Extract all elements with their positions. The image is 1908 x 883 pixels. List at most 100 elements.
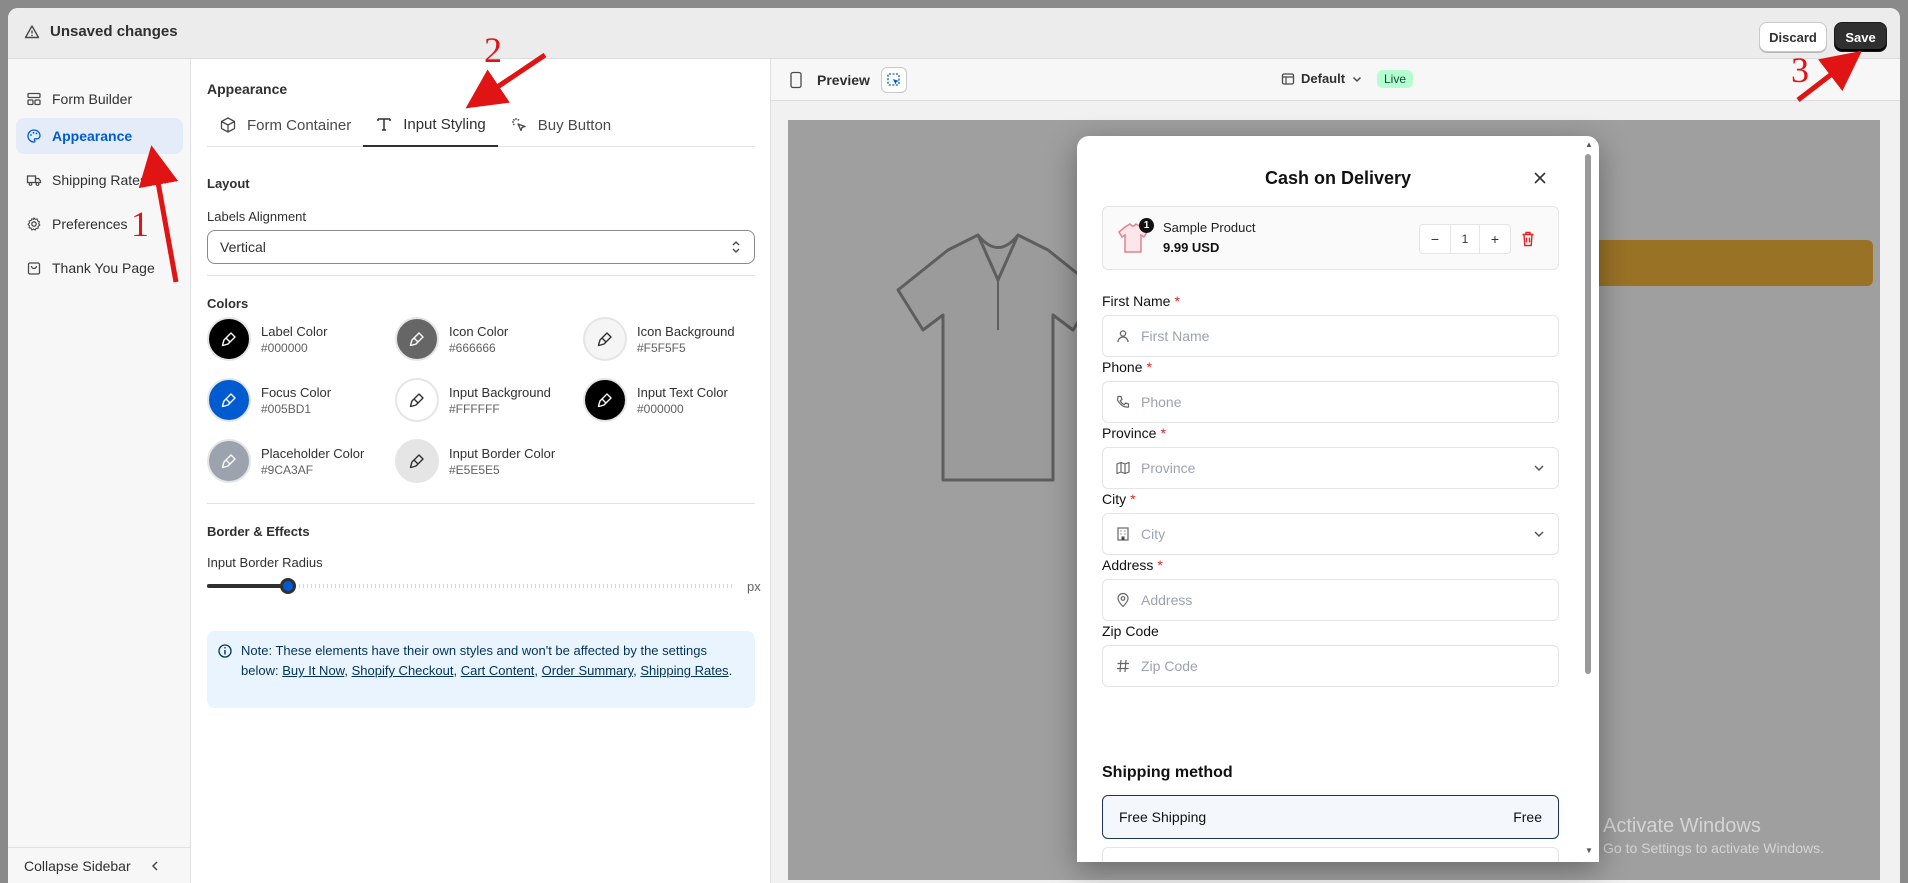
- shipping-option-price: Free: [1513, 809, 1542, 825]
- labels-alignment-select[interactable]: Vertical: [207, 230, 755, 264]
- color-circle[interactable]: [583, 317, 627, 361]
- modal-scrollbar[interactable]: [1585, 154, 1591, 674]
- tab-buy-button[interactable]: Buy Button: [498, 103, 623, 147]
- map-icon: [1116, 461, 1130, 475]
- brush-icon: [409, 393, 424, 408]
- color-circle[interactable]: [207, 439, 251, 483]
- quantity-value[interactable]: 1: [1450, 225, 1480, 253]
- color-circle[interactable]: [395, 378, 439, 422]
- preview-label: Preview: [817, 72, 870, 88]
- note-link-order-summary[interactable]: Order Summary: [542, 663, 634, 678]
- close-icon[interactable]: [1532, 170, 1548, 186]
- inspect-button[interactable]: [881, 67, 907, 93]
- labels-alignment-label: Labels Alignment: [207, 209, 307, 224]
- note-link-shipping-rates[interactable]: Shipping Rates: [640, 663, 728, 678]
- color-circle[interactable]: [395, 439, 439, 483]
- sidebar: Form Builder Appearance Shipping Rates P…: [8, 59, 191, 883]
- field-label-text: Zip Code: [1102, 623, 1159, 639]
- color-swatch-label-color[interactable]: Label Color #000000: [207, 317, 328, 361]
- color-circle[interactable]: [395, 317, 439, 361]
- color-circle[interactable]: [207, 317, 251, 361]
- color-swatch-placeholder-color[interactable]: Placeholder Color #9CA3AF: [207, 439, 364, 483]
- color-name: Label Color: [261, 323, 328, 339]
- color-name: Focus Color: [261, 384, 332, 400]
- phone-input[interactable]: Phone: [1102, 381, 1559, 423]
- color-name: Icon Background: [637, 323, 735, 339]
- required-marker: *: [1160, 425, 1166, 441]
- color-swatch-input-background[interactable]: Input Background #FFFFFF: [395, 378, 551, 422]
- color-text: Label Color #000000: [261, 324, 328, 355]
- first-name-input[interactable]: First Name: [1102, 315, 1559, 357]
- sidebar-item-form-builder[interactable]: Form Builder: [16, 81, 183, 117]
- chevron-down-icon: [1534, 465, 1544, 472]
- labels-alignment-value: Vertical: [220, 239, 266, 255]
- shipping-method-heading: Shipping method: [1102, 764, 1233, 781]
- color-hex: #FFFFFF: [449, 401, 500, 416]
- mobile-device-icon[interactable]: [789, 71, 803, 89]
- color-circle[interactable]: [583, 378, 627, 422]
- color-text: Input Background #FFFFFF: [449, 385, 551, 416]
- truck-icon: [26, 175, 42, 186]
- theme-selector[interactable]: Default: [1281, 71, 1363, 86]
- color-swatch-focus-color[interactable]: Focus Color #005BD1: [207, 378, 331, 422]
- color-name: Input Background: [449, 384, 551, 400]
- color-text: Icon Color #666666: [449, 324, 508, 355]
- collapse-sidebar-button[interactable]: Collapse Sidebar: [8, 847, 191, 883]
- quantity-stepper: − 1 +: [1419, 224, 1511, 254]
- brush-icon: [221, 332, 236, 347]
- tab-label: Buy Button: [537, 116, 612, 134]
- warning-icon: [24, 24, 40, 38]
- color-name: Placeholder Color: [261, 445, 365, 461]
- note-link-shopify-checkout[interactable]: Shopify Checkout: [352, 663, 454, 678]
- color-swatch-input-border-color[interactable]: Input Border Color #E5E5E5: [395, 439, 555, 483]
- sidebar-item-label: Thank You Page: [52, 260, 155, 276]
- field-placeholder: Phone: [1141, 394, 1182, 410]
- tab-input-styling[interactable]: Input Styling: [363, 103, 498, 147]
- required-marker: *: [1157, 557, 1163, 573]
- color-name: Input Text Color: [637, 384, 728, 400]
- info-icon: [218, 644, 232, 658]
- zip-code-input[interactable]: Zip Code: [1102, 645, 1559, 687]
- increment-button[interactable]: +: [1480, 225, 1510, 253]
- product-name: Sample Product: [1163, 220, 1256, 235]
- slider-thumb[interactable]: [280, 578, 296, 594]
- zip-code-label: Zip Code: [1102, 623, 1159, 639]
- sidebar-item-preferences[interactable]: Preferences: [16, 206, 183, 242]
- divider: [207, 503, 755, 504]
- decrement-button[interactable]: −: [1420, 225, 1450, 253]
- shipping-option[interactable]: [1102, 847, 1559, 862]
- city-select[interactable]: City: [1102, 513, 1559, 555]
- tab-form-container[interactable]: Form Container: [207, 103, 363, 147]
- color-swatch-icon-color[interactable]: Icon Color #666666: [395, 317, 508, 361]
- brush-icon: [409, 332, 424, 347]
- save-button[interactable]: Save: [1834, 22, 1887, 52]
- trash-icon[interactable]: [1521, 231, 1535, 247]
- province-select[interactable]: Province: [1102, 447, 1559, 489]
- unsaved-changes-text: Unsaved changes: [50, 23, 178, 40]
- address-input[interactable]: Address: [1102, 579, 1559, 621]
- border-radius-slider[interactable]: [207, 578, 732, 594]
- shipping-option-free[interactable]: Free Shipping Free: [1102, 795, 1559, 839]
- field-placeholder: Province: [1141, 460, 1196, 476]
- color-text: Input Text Color #000000: [637, 385, 728, 416]
- settings-tabs: Form Container Input Styling Buy Button: [207, 103, 755, 147]
- color-swatch-icon-background[interactable]: Icon Background #F5F5F5: [583, 317, 735, 361]
- note-link-cart-content[interactable]: Cart Content: [461, 663, 535, 678]
- color-swatch-input-text-color[interactable]: Input Text Color #000000: [583, 378, 728, 422]
- field-placeholder: First Name: [1141, 328, 1210, 344]
- sidebar-item-thank-you-page[interactable]: Thank You Page: [16, 250, 183, 286]
- field-label-text: First Name: [1102, 293, 1171, 309]
- sidebar-item-shipping-rates[interactable]: Shipping Rates: [16, 162, 183, 198]
- tab-label: Input Styling: [403, 115, 486, 133]
- sidebar-item-appearance[interactable]: Appearance: [16, 118, 183, 154]
- layout-section-title: Layout: [207, 176, 250, 191]
- scroll-up-icon[interactable]: ▲: [1585, 140, 1593, 149]
- color-text: Input Border Color #E5E5E5: [449, 446, 555, 477]
- field-placeholder: City: [1141, 526, 1166, 542]
- color-name: Icon Color: [449, 323, 509, 339]
- watermark-line1: Activate Windows: [1603, 815, 1761, 837]
- discard-button[interactable]: Discard: [1759, 22, 1827, 52]
- scroll-down-icon[interactable]: ▼: [1585, 846, 1593, 855]
- note-link-buy-it-now[interactable]: Buy It Now: [282, 663, 344, 678]
- color-circle[interactable]: [207, 378, 251, 422]
